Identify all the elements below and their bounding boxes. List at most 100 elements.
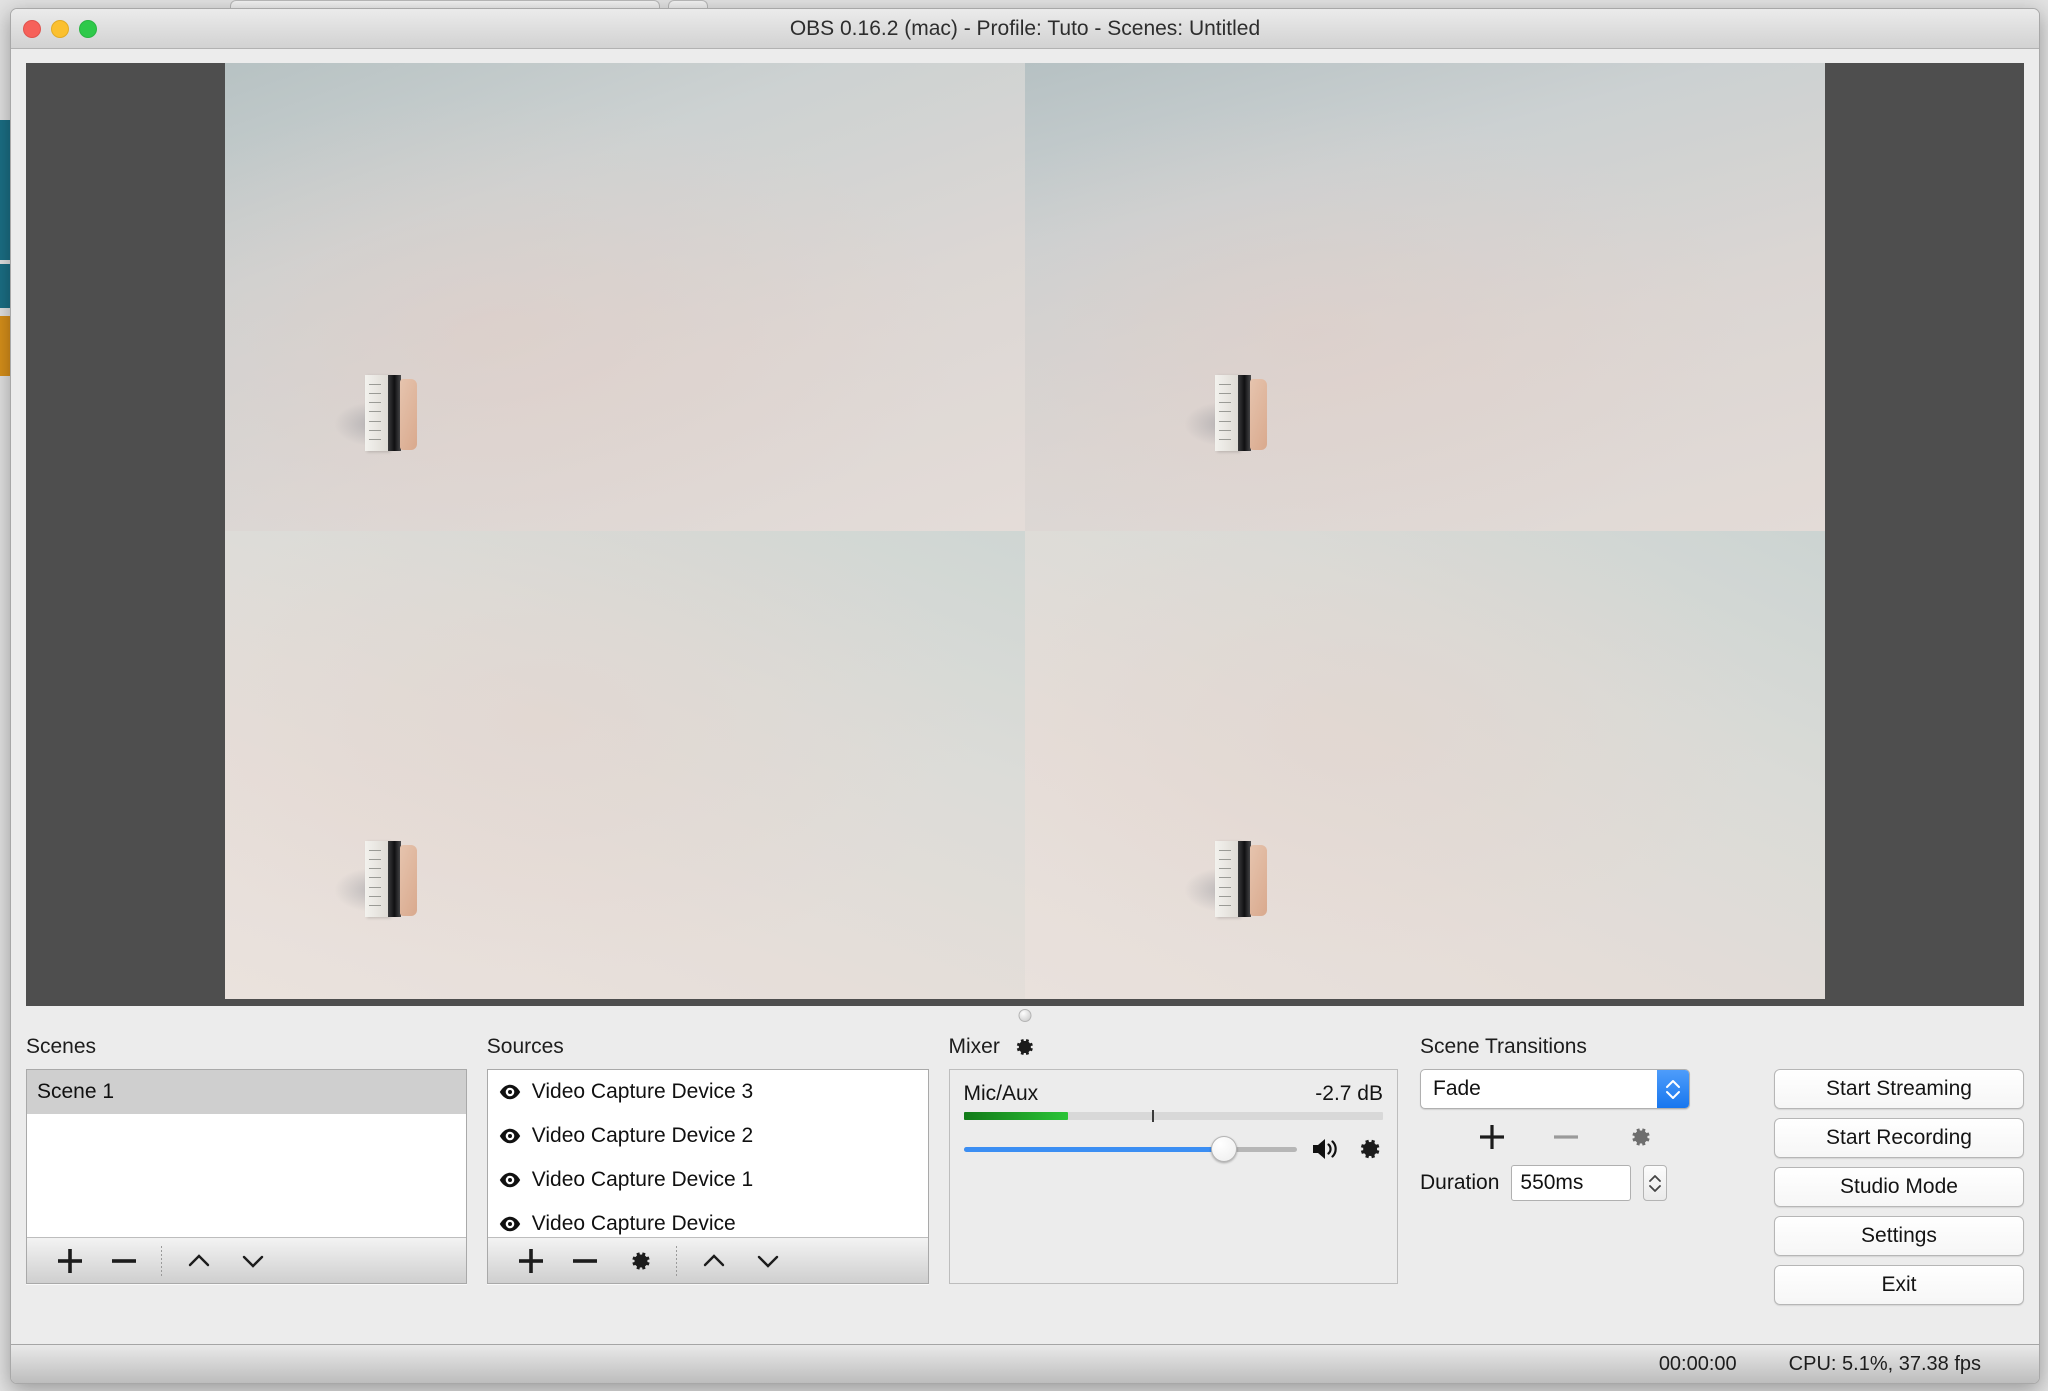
remove-scene-button[interactable]: [97, 1240, 151, 1282]
duration-stepper[interactable]: [1643, 1165, 1668, 1201]
wall-surface: [1025, 531, 1825, 999]
audio-peak-tick: [1152, 1110, 1155, 1122]
move-scene-down-button[interactable]: [226, 1240, 280, 1282]
settings-button[interactable]: Settings: [1774, 1216, 2024, 1256]
volume-slider-handle[interactable]: [1210, 1136, 1237, 1162]
chevron-down-icon: [1666, 1090, 1680, 1099]
mixer-dock-title: Mixer: [949, 1025, 1399, 1069]
mixer-channel-settings-button[interactable]: [1353, 1134, 1383, 1164]
sources-list-items: Video Capture Device 3 Video Capture Dev…: [488, 1070, 928, 1237]
start-streaming-button[interactable]: Start Streaming: [1774, 1069, 2024, 1109]
minus-icon: [1554, 1135, 1578, 1139]
eye-visible-icon[interactable]: [498, 1212, 522, 1236]
transition-properties-button[interactable]: [1625, 1123, 1653, 1151]
add-transition-button[interactable]: [1477, 1122, 1507, 1152]
scenes-toolbar: [27, 1237, 466, 1283]
duration-input[interactable]: 550ms: [1511, 1165, 1632, 1201]
wall-surface: [225, 63, 1025, 531]
transition-select-arrows[interactable]: [1657, 1070, 1689, 1108]
remove-source-button[interactable]: [558, 1240, 612, 1282]
toolbar-separator: [161, 1245, 162, 1276]
source-item-label: Video Capture Device 3: [531, 1080, 754, 1103]
mute-button[interactable]: [1309, 1135, 1341, 1163]
remove-transition-button[interactable]: [1551, 1122, 1581, 1152]
volume-slider[interactable]: [963, 1136, 1297, 1162]
plus-icon: [518, 1248, 543, 1273]
gear-icon: [1016, 1038, 1033, 1056]
duration-label: Duration: [1420, 1171, 1500, 1194]
source-list-item[interactable]: Video Capture Device 3: [488, 1070, 928, 1114]
audio-level-meter: [963, 1110, 1383, 1122]
scene-list-item[interactable]: Scene 1: [27, 1070, 466, 1114]
obs-main-window: OBS 0.16.2 (mac) - Profile: Tuto - Scene…: [10, 8, 2040, 1384]
mixer-settings-button[interactable]: [1010, 1034, 1036, 1060]
eye-visible-icon[interactable]: [498, 1080, 522, 1104]
title-bar: OBS 0.16.2 (mac) - Profile: Tuto - Scene…: [11, 9, 2039, 49]
video-quadrant-bottom-left: [225, 531, 1025, 999]
source-properties-button[interactable]: [612, 1240, 666, 1282]
chevron-down-icon: [757, 1255, 778, 1268]
gear-icon: [1632, 1128, 1650, 1146]
source-list-item[interactable]: Video Capture Device: [488, 1202, 928, 1237]
toolbar-separator: [675, 1245, 677, 1276]
source-item-label: Video Capture Device 1: [531, 1168, 754, 1191]
controls-dock: Start Streaming Start Recording Studio M…: [1774, 1069, 2024, 1305]
move-source-down-button[interactable]: [741, 1240, 795, 1282]
add-source-button[interactable]: [504, 1240, 558, 1282]
scenes-dock: Scenes Scene 1: [26, 1025, 487, 1344]
preview-splitter[interactable]: [26, 1006, 2024, 1025]
eye-visible-icon[interactable]: [498, 1124, 522, 1148]
transitions-controls: Fade Duration 550ms: [1420, 1069, 1750, 1305]
status-timecode: 00:00:00: [1658, 1352, 1737, 1375]
gear-icon: [632, 1251, 650, 1270]
transition-select-value: Fade: [1433, 1077, 1481, 1100]
preview-container: [11, 49, 2039, 1025]
transition-select[interactable]: Fade: [1420, 1069, 1690, 1109]
source-list-item[interactable]: Video Capture Device 1: [488, 1158, 928, 1202]
start-recording-button[interactable]: Start Recording: [1774, 1118, 2024, 1158]
ruler-object: [1185, 375, 1267, 451]
plus-icon: [1480, 1125, 1504, 1149]
ruler-object: [335, 375, 417, 451]
move-source-up-button[interactable]: [687, 1240, 741, 1282]
chevron-down-icon: [242, 1255, 264, 1268]
preview-canvas[interactable]: [26, 63, 2024, 1006]
mixer-channel-name: Mic/Aux: [963, 1082, 1039, 1105]
source-list-item[interactable]: Video Capture Device 2: [488, 1114, 928, 1158]
gear-icon: [1360, 1139, 1380, 1159]
window-title: OBS 0.16.2 (mac) - Profile: Tuto - Scene…: [789, 16, 1261, 40]
ruler-object: [335, 841, 417, 917]
studio-mode-button[interactable]: Studio Mode: [1774, 1167, 2024, 1207]
mixer-title-label: Mixer: [948, 1035, 1000, 1058]
chevron-up-icon: [703, 1253, 724, 1266]
scenes-dock-title: Scenes: [26, 1035, 97, 1058]
ruler-object: [1185, 841, 1267, 917]
mixer-panel: Mic/Aux -2.7 dB: [948, 1069, 1398, 1284]
video-quadrant-top-left: [225, 63, 1025, 531]
volume-row: [963, 1134, 1384, 1164]
volume-slider-fill: [963, 1147, 1224, 1152]
plus-icon: [58, 1248, 82, 1273]
transitions-dock: Scene Transitions Fade Duration 550ms St…: [1420, 1025, 2024, 1344]
add-scene-button[interactable]: [43, 1240, 97, 1282]
source-item-label: Video Capture Device: [531, 1212, 736, 1235]
exit-button[interactable]: Exit: [1774, 1265, 2024, 1305]
audio-level-fill: [963, 1112, 1069, 1120]
move-scene-up-button[interactable]: [172, 1240, 226, 1282]
chevron-up-icon: [1649, 1174, 1662, 1182]
status-bar: 00:00:00 CPU: 5.1%, 37.38 fps: [11, 1344, 2039, 1383]
sources-list[interactable]: Video Capture Device 3 Video Capture Dev…: [486, 1069, 929, 1284]
scenes-list[interactable]: Scene 1: [26, 1069, 467, 1284]
sources-toolbar: [487, 1237, 928, 1283]
sources-dock-title: Sources: [486, 1035, 564, 1058]
chevron-down-icon: [1649, 1184, 1662, 1192]
splitter-grip-icon[interactable]: [1018, 1009, 1032, 1022]
duration-value: 550ms: [1520, 1171, 1584, 1194]
eye-visible-icon[interactable]: [498, 1168, 522, 1192]
transitions-dock-title: Scene Transitions: [1420, 1035, 1587, 1058]
wall-surface: [225, 531, 1025, 999]
transition-tools: [1420, 1109, 1750, 1165]
wall-surface: [1025, 63, 1825, 531]
dock-row: Scenes Scene 1 Sources Video Capture Dev…: [11, 1025, 2039, 1344]
video-quadrant-bottom-right: [1025, 531, 1825, 999]
